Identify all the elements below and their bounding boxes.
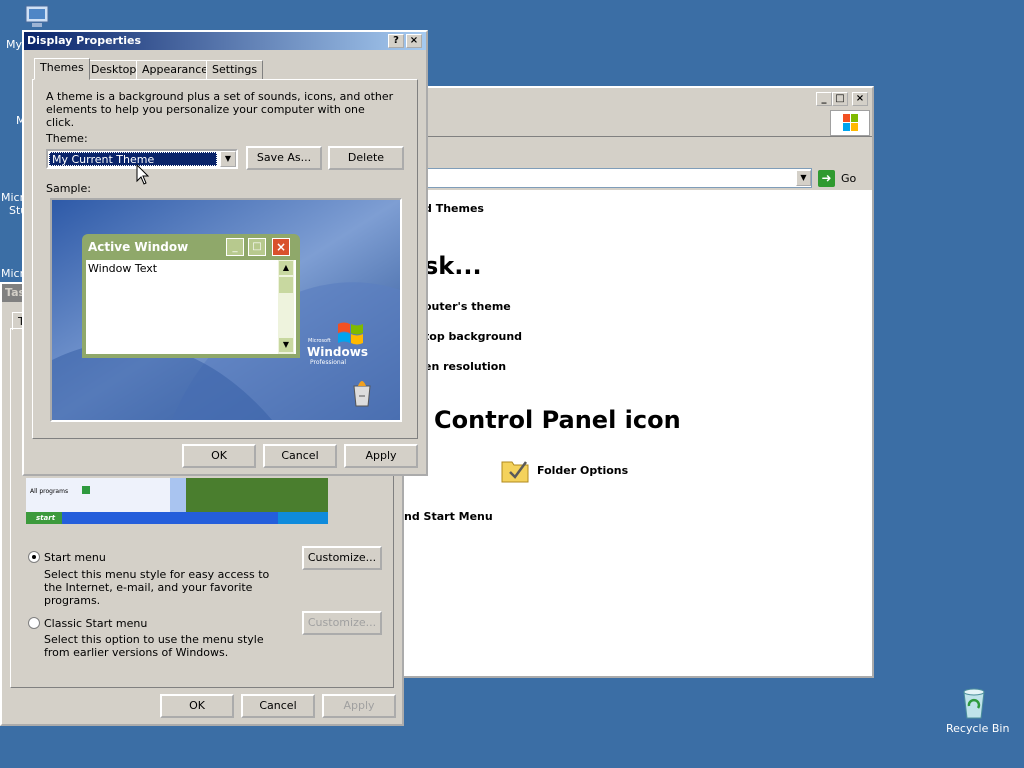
sample-maximize-icon: □ <box>248 238 266 256</box>
my-computer-icon[interactable] <box>22 4 52 30</box>
preview-right-panel <box>170 478 186 512</box>
display-props-titlebar: Display Properties <box>24 32 426 50</box>
folder-options-icon[interactable] <box>500 456 532 484</box>
theme-sample-preview: Microsoft Windows Professional Active Wi… <box>50 198 402 422</box>
recycle-bin-icon[interactable] <box>958 686 990 720</box>
tab-label: Appearance <box>142 63 209 76</box>
dropdown-arrow-icon[interactable]: ▼ <box>220 151 236 167</box>
preview-taskbar: start <box>26 512 328 524</box>
tab-label: Settings <box>212 63 258 76</box>
pick-a-task-heading: sk... <box>424 252 482 280</box>
brand-small: Microsoft <box>308 338 331 344</box>
preview-arrow-icon <box>82 486 90 494</box>
windows-flag-icon <box>338 322 363 345</box>
classic-start-menu-label[interactable]: Classic Start menu <box>44 617 147 630</box>
theme-label: Theme: <box>46 132 88 145</box>
sample-scrollbar: ▲ ▼ <box>278 260 294 354</box>
explorer-titlebar <box>400 88 872 108</box>
apply-button[interactable]: Apply <box>344 444 418 468</box>
classic-start-menu-description: Select this option to use the menu style… <box>44 633 264 659</box>
preview-all-programs: All programs <box>30 488 69 495</box>
display-properties-window: Display Properties ? × Themes Desktop Ap… <box>22 30 428 476</box>
my-computer-label: My <box>6 38 23 51</box>
start-menu-label[interactable]: Start menu <box>44 551 106 564</box>
ok-button[interactable]: OK <box>182 444 256 468</box>
radio-dot <box>32 555 36 559</box>
windows-brand: Windows <box>307 345 368 359</box>
customize-button[interactable]: Customize... <box>302 546 382 570</box>
mouse-cursor-icon <box>136 164 150 185</box>
address-dropdown-arrow-icon[interactable]: ▼ <box>796 170 811 186</box>
delete-button[interactable]: Delete <box>328 146 404 170</box>
go-button[interactable]: ➜ Go <box>818 169 868 189</box>
windows-edition: Professional <box>310 359 347 366</box>
sample-window-text: Window Text <box>88 262 158 275</box>
heading-themes: d Themes <box>424 202 484 215</box>
classic-start-menu-radio[interactable] <box>28 617 40 629</box>
recycle-bin-label: Recycle Bin <box>946 722 1010 735</box>
sample-recycle-bin-icon <box>353 381 371 407</box>
sample-window-body: Window Text ▲ ▼ <box>86 260 296 354</box>
preview-tray <box>278 512 328 524</box>
task-link-theme[interactable]: outer's theme <box>424 300 511 313</box>
ok-button[interactable]: OK <box>160 694 234 718</box>
go-label: Go <box>841 172 857 185</box>
start-menu-radio[interactable] <box>28 551 40 563</box>
windows-logo-icon <box>830 110 870 136</box>
preview-start-button: start <box>26 512 62 524</box>
apply-button[interactable]: Apply <box>322 694 396 718</box>
task-link-resolution[interactable]: en resolution <box>424 360 506 373</box>
scroll-down-icon: ▼ <box>279 338 293 352</box>
divider <box>400 136 872 137</box>
close-button[interactable]: × <box>852 92 868 106</box>
window-title: Display Properties <box>27 34 142 47</box>
minimize-button[interactable]: _ <box>816 92 832 106</box>
save-as-button[interactable]: Save As... <box>246 146 322 170</box>
address-input[interactable] <box>400 168 812 188</box>
themes-description: A theme is a background plus a set of so… <box>46 90 394 129</box>
customize-classic-button[interactable]: Customize... <box>302 611 382 635</box>
task-link-background[interactable]: top background <box>424 330 522 343</box>
start-menu-preview: All programs start <box>26 478 328 524</box>
scroll-thumb <box>279 277 293 293</box>
sample-label: Sample: <box>46 182 91 195</box>
tab-label: Themes <box>40 61 84 74</box>
tab-themes[interactable]: Themes <box>34 58 90 80</box>
start-menu-description: Select this menu style for easy access t… <box>44 568 270 607</box>
cancel-button[interactable]: Cancel <box>263 444 337 468</box>
maximize-button[interactable]: □ <box>832 92 848 106</box>
tab-desktop[interactable]: Desktop <box>85 60 143 80</box>
sample-window-title: Active Window <box>88 240 189 254</box>
start-menu-link[interactable]: nd Start Menu <box>404 510 493 523</box>
tab-settings[interactable]: Settings <box>206 60 264 80</box>
tab-label: Desktop <box>91 63 137 76</box>
control-panel-icon-heading: Control Panel icon <box>434 406 681 434</box>
sample-minimize-icon: _ <box>226 238 244 256</box>
sample-active-window: Active Window _ □ × Window Text ▲ ▼ <box>82 234 300 358</box>
close-button[interactable]: × <box>406 34 422 48</box>
preview-start-menu-panel: All programs <box>26 478 170 512</box>
scroll-up-icon: ▲ <box>279 261 293 275</box>
tab-appearance[interactable]: Appearance <box>136 60 215 80</box>
explorer-content: d Themes sk... outer's theme top backgro… <box>400 190 872 676</box>
sample-close-icon: × <box>272 238 290 256</box>
control-panel-window: _ □ × ▼ ➜ Go d Themes sk... outer's them… <box>398 86 874 678</box>
help-button[interactable]: ? <box>388 34 404 48</box>
folder-options-link[interactable]: Folder Options <box>537 464 628 477</box>
theme-select-value: My Current Theme <box>49 152 217 166</box>
go-arrow-icon: ➜ <box>818 170 835 187</box>
cancel-button[interactable]: Cancel <box>241 694 315 718</box>
